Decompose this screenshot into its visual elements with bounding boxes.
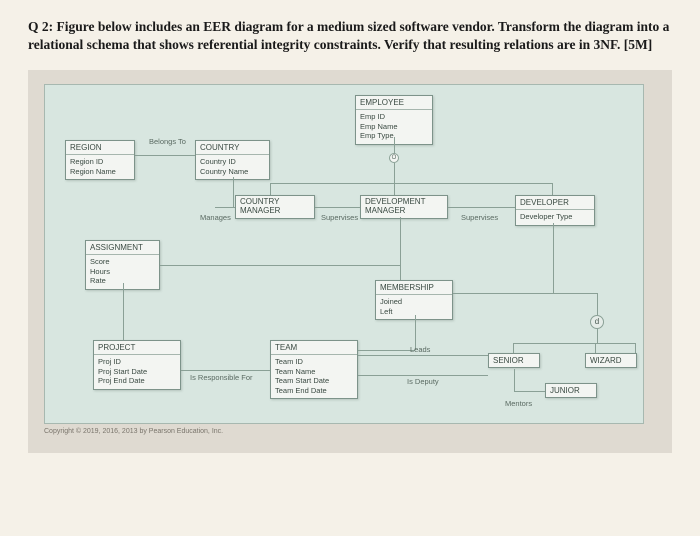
conn-sup1: [315, 207, 360, 208]
conn: [453, 293, 553, 294]
attr: Proj ID: [98, 357, 176, 366]
entity-attrs: Country ID Country Name: [196, 155, 269, 179]
entity-title: TEAM: [271, 341, 357, 355]
entity-project: PROJECT Proj ID Proj Start Date Proj End…: [93, 340, 181, 389]
conn-manages-v: [233, 177, 234, 207]
entity-title: ASSIGNMENT: [86, 241, 159, 255]
conn: [597, 293, 598, 315]
attr: Hours: [90, 267, 155, 276]
entity-title: MEMBERSHIP: [376, 281, 452, 295]
entity-country: COUNTRY Country ID Country Name: [195, 140, 270, 180]
conn: [513, 343, 635, 344]
entity-title: COUNTRY MANAGER: [236, 196, 314, 218]
conn: [358, 375, 488, 376]
conn-manages-h: [215, 207, 235, 208]
entity-assignment: ASSIGNMENT Score Hours Rate: [85, 240, 160, 289]
attr: Developer Type: [520, 212, 590, 221]
conn: [552, 183, 553, 195]
entity-attrs: Joined Left: [376, 295, 452, 319]
entity-membership: MEMBERSHIP Joined Left: [375, 280, 453, 320]
entity-title: SENIOR: [489, 354, 539, 367]
conn-sup2: [448, 207, 515, 208]
attr: Team Name: [275, 367, 353, 376]
attr: Score: [90, 257, 155, 266]
copyright-text: Copyright © 2019, 2016, 2013 by Pearson …: [44, 428, 656, 435]
conn: [635, 343, 636, 353]
entity-title: COUNTRY: [196, 141, 269, 155]
attr: Left: [380, 307, 448, 316]
rel-supervises1: Supervises: [321, 213, 358, 222]
rel-manages: Manages: [200, 213, 231, 222]
entity-title: DEVELOPMENT MANAGER: [361, 196, 447, 218]
attr: Country ID: [200, 157, 265, 166]
conn: [513, 343, 514, 353]
entity-senior: SENIOR: [488, 353, 540, 368]
entity-attrs: Developer Type: [516, 210, 594, 224]
conn-belongs-to: [135, 155, 195, 156]
conn: [595, 343, 596, 353]
attr: Proj End Date: [98, 376, 176, 385]
entity-developer: DEVELOPER Developer Type: [515, 195, 595, 225]
diagram-frame: EMPLOYEE Emp ID Emp Name Emp Type REGION…: [28, 70, 672, 453]
attr: Region Name: [70, 167, 130, 176]
attr: Team End Date: [275, 386, 353, 395]
question-text: Q 2: Figure below includes an EER diagra…: [0, 0, 700, 62]
attr: Emp ID: [360, 112, 428, 121]
entity-development-manager: DEVELOPMENT MANAGER: [360, 195, 448, 219]
conn: [553, 293, 597, 294]
entity-attrs: Proj ID Proj Start Date Proj End Date: [94, 355, 180, 388]
conn: [270, 183, 271, 195]
attr: Country Name: [200, 167, 265, 176]
attr: Proj Start Date: [98, 367, 176, 376]
conn: [358, 355, 488, 356]
rel-leads: Leads: [410, 345, 430, 354]
conn: [394, 183, 395, 195]
attr: Team Start Date: [275, 376, 353, 385]
conn: [123, 283, 124, 340]
conn: [553, 223, 554, 293]
conn: [514, 391, 545, 392]
entity-wizard: WIZARD: [585, 353, 637, 368]
conn: [160, 265, 400, 266]
conn: [394, 163, 395, 183]
entity-title: WIZARD: [586, 354, 636, 367]
rel-mentors: Mentors: [505, 399, 532, 408]
conn: [358, 350, 415, 351]
conn: [597, 329, 598, 343]
entity-junior: JUNIOR: [545, 383, 597, 398]
attr: Joined: [380, 297, 448, 306]
rel-responsible: Is Responsible For: [190, 373, 253, 382]
page-root: Q 2: Figure below includes an EER diagra…: [0, 0, 700, 536]
subtype-indicator-d: d: [590, 315, 604, 329]
rel-supervises2: Supervises: [461, 213, 498, 222]
entity-team: TEAM Team ID Team Name Team Start Date T…: [270, 340, 358, 399]
rel-is-deputy: Is Deputy: [407, 377, 439, 386]
entity-title: EMPLOYEE: [356, 96, 432, 110]
eer-diagram: EMPLOYEE Emp ID Emp Name Emp Type REGION…: [44, 84, 644, 424]
conn: [270, 183, 552, 184]
entity-attrs: Team ID Team Name Team Start Date Team E…: [271, 355, 357, 398]
conn: [400, 217, 401, 280]
entity-attrs: Region ID Region Name: [66, 155, 134, 179]
entity-country-manager: COUNTRY MANAGER: [235, 195, 315, 219]
conn: [514, 369, 515, 391]
entity-region: REGION Region ID Region Name: [65, 140, 135, 180]
attr: Team ID: [275, 357, 353, 366]
entity-title: JUNIOR: [546, 384, 596, 397]
entity-title: REGION: [66, 141, 134, 155]
entity-title: PROJECT: [94, 341, 180, 355]
attr: Region ID: [70, 157, 130, 166]
entity-title: DEVELOPER: [516, 196, 594, 210]
rel-belongs-to: Belongs To: [149, 137, 186, 146]
attr: Emp Name: [360, 122, 428, 131]
subtype-indicator-o: O: [389, 153, 399, 163]
conn: [181, 370, 270, 371]
